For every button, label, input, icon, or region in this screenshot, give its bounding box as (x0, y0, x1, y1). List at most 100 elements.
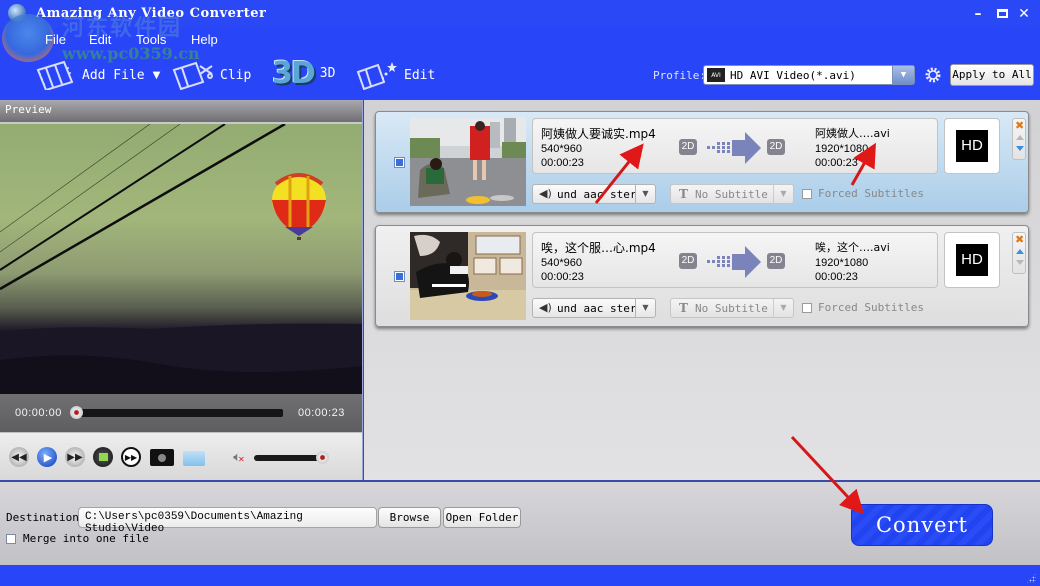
open-folder-button[interactable]: Open Folder (443, 507, 521, 528)
hot-air-balloon (272, 173, 326, 240)
resize-grip[interactable] (1026, 573, 1036, 583)
chevron-down-icon[interactable]: ▼ (635, 299, 655, 317)
3d-button[interactable]: 3D 3D (272, 56, 335, 91)
text-icon: T (679, 187, 688, 201)
status-bar (0, 565, 1040, 586)
volume-handle[interactable] (316, 451, 329, 464)
move-down-icon[interactable] (1016, 260, 1024, 265)
rewind-button[interactable]: ◀◀ (9, 447, 29, 467)
forced-subtitles-label: Forced Subtitles (818, 187, 924, 200)
output-quality-button[interactable]: HD (944, 232, 1000, 288)
file-row[interactable]: 唉，这个服…心.mp4 540*960 00:00:23 2D 2D 唉，这个…… (375, 225, 1029, 327)
chevron-down-icon[interactable]: ▼ (773, 185, 793, 203)
move-up-icon[interactable] (1016, 135, 1024, 140)
move-down-icon[interactable] (1016, 146, 1024, 151)
checkbox-box[interactable] (802, 302, 812, 313)
maximize-button[interactable] (994, 6, 1010, 22)
bottom-panel: Destination: C:\Users\pc0359\Documents\A… (0, 480, 1040, 565)
subtitle-value: No Subtitle (695, 188, 768, 201)
text-icon: T (679, 301, 688, 315)
source-mode-badge: 2D (679, 139, 697, 155)
hd-badge: HD (956, 130, 988, 162)
audio-track-select[interactable]: ◀) und aac ster ▼ (532, 184, 656, 204)
checkbox-box[interactable] (802, 188, 812, 199)
avi-format-icon: AVI (707, 68, 725, 82)
open-folder-button[interactable] (183, 451, 205, 466)
chevron-down-icon[interactable]: ▼ (635, 185, 655, 203)
playback-controls: ◀◀ ▶ ▶▶ ▶▶ 🔈︎ ✕ (0, 432, 362, 480)
edit-button[interactable]: Edit (356, 60, 435, 90)
source-file-name: 唉，这个服…心.mp4 (541, 241, 656, 255)
browse-button[interactable]: Browse (378, 507, 441, 528)
menu-edit[interactable]: Edit (89, 32, 111, 47)
checkbox-box[interactable] (6, 533, 16, 544)
snapshot-button[interactable] (150, 449, 174, 466)
conversion-info[interactable]: 阿姨做人要诚实.mp4 540*960 00:00:23 2D 2D 阿姨做人…… (532, 118, 938, 174)
subtitle-select[interactable]: T No Subtitle ▼ (670, 184, 794, 204)
source-file-name: 阿姨做人要诚实.mp4 (541, 127, 656, 141)
edit-effects-icon (356, 62, 397, 90)
seek-slider[interactable] (74, 409, 283, 417)
menu-tools[interactable]: Tools (136, 32, 166, 47)
hd-badge: HD (956, 244, 988, 276)
forced-subtitles-checkbox[interactable]: Forced Subtitles (802, 301, 924, 314)
add-file-dropdown-icon[interactable]: ▼ (153, 70, 161, 81)
subtitle-select[interactable]: T No Subtitle ▼ (670, 298, 794, 318)
clip-button[interactable]: Clip (172, 60, 251, 90)
rewind-icon: ◀◀ (11, 451, 27, 463)
move-up-icon[interactable] (1016, 249, 1024, 254)
play-button[interactable]: ▶ (37, 447, 57, 467)
destination-input[interactable]: C:\Users\pc0359\Documents\Amazing Studio… (78, 507, 377, 535)
file-checkbox[interactable] (394, 271, 405, 282)
remove-icon[interactable]: ✖ (1015, 119, 1024, 132)
apply-to-all-button[interactable]: Apply to All (950, 64, 1034, 86)
remove-icon[interactable]: ✖ (1015, 233, 1024, 246)
clip-label: Clip (220, 67, 252, 83)
stop-button[interactable] (93, 447, 113, 467)
target-duration: 00:00:23 (815, 157, 858, 169)
chevron-down-icon[interactable]: ▼ (773, 299, 793, 317)
add-file-label: Add File (82, 67, 145, 83)
convert-button[interactable]: Convert (851, 504, 993, 546)
next-frame-icon: ▶▶ (124, 452, 138, 462)
preview-frame (0, 124, 362, 394)
row-side-controls: ✖ (1012, 118, 1026, 160)
preview-panel: Preview 00:00:00 00:00:23 ◀◀ ▶ ▶▶ ▶▶ 🔈︎ … (0, 100, 363, 480)
gear-icon[interactable] (924, 66, 942, 84)
profile-value: HD AVI Video(*.avi) (730, 68, 856, 82)
conversion-info[interactable]: 唉，这个服…心.mp4 540*960 00:00:23 2D 2D 唉，这个…… (532, 232, 938, 288)
profile-select[interactable]: AVI HD AVI Video(*.avi) ▼ (703, 65, 915, 85)
menu-file[interactable]: File (45, 32, 66, 47)
close-button[interactable]: ✕ (1016, 6, 1032, 22)
chevron-down-icon[interactable]: ▼ (892, 66, 914, 84)
audio-track-value: und aac ster (557, 188, 637, 201)
convert-arrow-icon (707, 132, 761, 164)
file-checkbox[interactable] (394, 157, 405, 168)
menu-help[interactable]: Help (191, 32, 218, 47)
audio-track-select[interactable]: ◀) und aac ster ▼ (532, 298, 656, 318)
volume-slider[interactable] (254, 455, 324, 461)
fast-forward-button[interactable]: ▶▶ (65, 447, 85, 467)
merge-checkbox[interactable]: Merge into one file (6, 532, 149, 545)
destination-label: Destination: (6, 511, 86, 524)
maximize-icon (996, 9, 1008, 18)
next-frame-button[interactable]: ▶▶ (121, 447, 141, 467)
film-add-icon (36, 60, 74, 90)
3d-icon: 3D (272, 56, 316, 91)
add-file-button[interactable]: Add File ▼ (34, 60, 160, 90)
subtitle-value: No Subtitle (695, 302, 768, 315)
forced-subtitles-label: Forced Subtitles (818, 301, 924, 314)
seek-handle[interactable] (70, 406, 83, 419)
target-file-name: 唉，这个….avi (815, 241, 890, 254)
edit-label: Edit (404, 67, 436, 83)
stop-icon (98, 453, 108, 461)
source-duration: 00:00:23 (541, 271, 584, 283)
play-icon: ▶ (43, 450, 53, 464)
mute-button[interactable]: 🔈︎ ✕ (229, 447, 249, 467)
file-row[interactable]: 阿姨做人要诚实.mp4 540*960 00:00:23 2D 2D 阿姨做人…… (375, 111, 1029, 213)
output-quality-button[interactable]: HD (944, 118, 1000, 174)
file-list: 阿姨做人要诚实.mp4 540*960 00:00:23 2D 2D 阿姨做人…… (364, 100, 1040, 480)
minimize-button[interactable]: – (970, 6, 986, 22)
forced-subtitles-checkbox[interactable]: Forced Subtitles (802, 187, 924, 200)
profile-label: Profile: (653, 69, 706, 82)
